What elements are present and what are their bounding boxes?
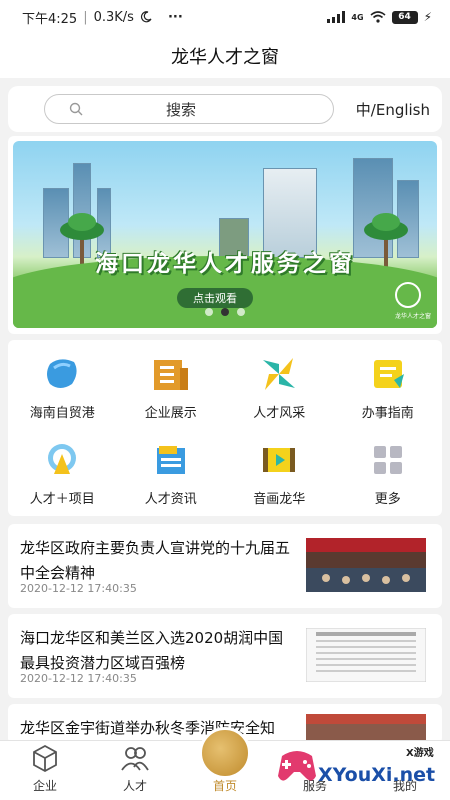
wifi-icon: [370, 11, 386, 23]
search-input[interactable]: 搜索: [44, 94, 334, 124]
banner-carousel[interactable]: 海口龙华人才服务之窗 点击观看 龙华人才之窗: [8, 136, 442, 334]
grid-item-video-longhua[interactable]: 音画龙华: [225, 432, 334, 518]
news-item[interactable]: 海口龙华区和美兰区入选2020胡润中国最具投资潜力区域百强榜 2020-12-1…: [8, 614, 442, 698]
grid-item-more[interactable]: 更多: [334, 432, 443, 518]
tab-label: 首页: [212, 779, 237, 793]
gamepad-logo-icon: [278, 751, 316, 781]
app-title-bar: 龙华人才之窗: [0, 34, 450, 78]
battery-icon: 64: [391, 10, 418, 24]
news-icon: [149, 438, 193, 482]
watermark: X游戏 XYouXi.net: [276, 736, 446, 796]
grid-label: 音画龙华: [253, 492, 306, 507]
language-toggle[interactable]: 中/English: [356, 99, 430, 120]
signal-icon: [327, 11, 346, 23]
page-title: 龙华人才之窗: [171, 47, 279, 68]
grid-item-talent-style[interactable]: 人才风采: [225, 346, 334, 432]
watermark-small: X游戏: [406, 748, 434, 759]
watermark-brand: XYouXi.net: [318, 764, 436, 786]
banner-watch-button[interactable]: 点击观看: [177, 288, 253, 308]
search-placeholder: 搜索: [165, 100, 196, 119]
building-icon: [149, 352, 193, 396]
grid-label: 企业展示: [144, 406, 197, 421]
tab-label: 企业: [32, 779, 57, 793]
news-item[interactable]: 龙华区政府主要负责人宣讲党的十九届五中全会精神 2020-12-12 17:40…: [8, 524, 442, 608]
news-date: 2020-12-12 17:40:35: [20, 672, 137, 685]
tab-talent[interactable]: 人才: [90, 741, 180, 800]
grid-label: 人才风采: [253, 406, 306, 421]
carousel-dot-active[interactable]: [221, 308, 229, 316]
hainan-map-icon: [40, 352, 84, 396]
status-time: 下午4:25: [22, 11, 78, 27]
tab-home[interactable]: 首页: [180, 727, 270, 800]
carousel-dots: [13, 308, 437, 316]
news-date: 2020-12-12 17:40:35: [20, 582, 137, 595]
charging-icon: ⚡: [423, 10, 432, 24]
news-title: 龙华区金宇街道举办秋冬季消防安全知: [20, 719, 276, 737]
status-bar: 下午4:25 | 0.3K/s ··· 4G 64 ⚡: [0, 0, 450, 34]
people-icon: [121, 747, 149, 771]
search-row: 搜索 中/English: [8, 86, 442, 132]
tab-label: 人才: [122, 779, 147, 793]
moon-icon: [140, 11, 152, 23]
grid-item-talent-news[interactable]: 人才资讯: [117, 432, 226, 518]
status-more: ···: [167, 9, 183, 25]
carousel-dot[interactable]: [205, 308, 213, 316]
banner-logo-text: 龙华人才之窗: [394, 313, 431, 320]
grid-item-company-showcase[interactable]: 企业展示: [117, 346, 226, 432]
grid-label: 海南自贸港: [29, 406, 95, 421]
talent-project-icon: [40, 438, 84, 482]
grid-item-service-guide[interactable]: 办事指南: [334, 346, 443, 432]
feature-grid: 海南自贸港 企业展示 人才风采 办事指南 人才＋项目 人才资讯 音画龙华 更多: [8, 340, 442, 516]
news-thumbnail: [306, 628, 426, 682]
news-thumbnail: [306, 538, 426, 592]
grid-label: 办事指南: [361, 406, 414, 421]
grid-item-hainan-ftz[interactable]: 海南自贸港: [8, 346, 117, 432]
guide-note-icon: [366, 352, 410, 396]
grid-item-talent-project[interactable]: 人才＋项目: [8, 432, 117, 518]
grid-label: 更多: [374, 492, 401, 507]
banner-slide[interactable]: 海口龙华人才服务之窗 点击观看 龙华人才之窗: [13, 141, 437, 328]
more-grid-icon: [366, 438, 410, 482]
news-title: 海口龙华区和美兰区入选2020胡润中国最具投资潜力区域百强榜: [20, 629, 284, 672]
status-speed: 0.3K/s: [93, 9, 134, 25]
video-icon: [257, 438, 301, 482]
brand-logo-icon: [395, 282, 421, 308]
banner-title: 海口龙华人才服务之窗: [95, 251, 355, 277]
home-logo-icon: [199, 727, 251, 779]
tab-company[interactable]: 企业: [0, 741, 90, 800]
news-title: 龙华区政府主要负责人宣讲党的十九届五中全会精神: [20, 539, 291, 582]
carousel-dot[interactable]: [237, 308, 245, 316]
grid-label: 人才＋项目: [29, 492, 95, 507]
company-icon: [33, 744, 57, 773]
pinwheel-icon: [257, 352, 301, 396]
network-label: 4G: [351, 12, 364, 22]
search-icon: [69, 102, 83, 116]
grid-label: 人才资讯: [144, 492, 197, 507]
